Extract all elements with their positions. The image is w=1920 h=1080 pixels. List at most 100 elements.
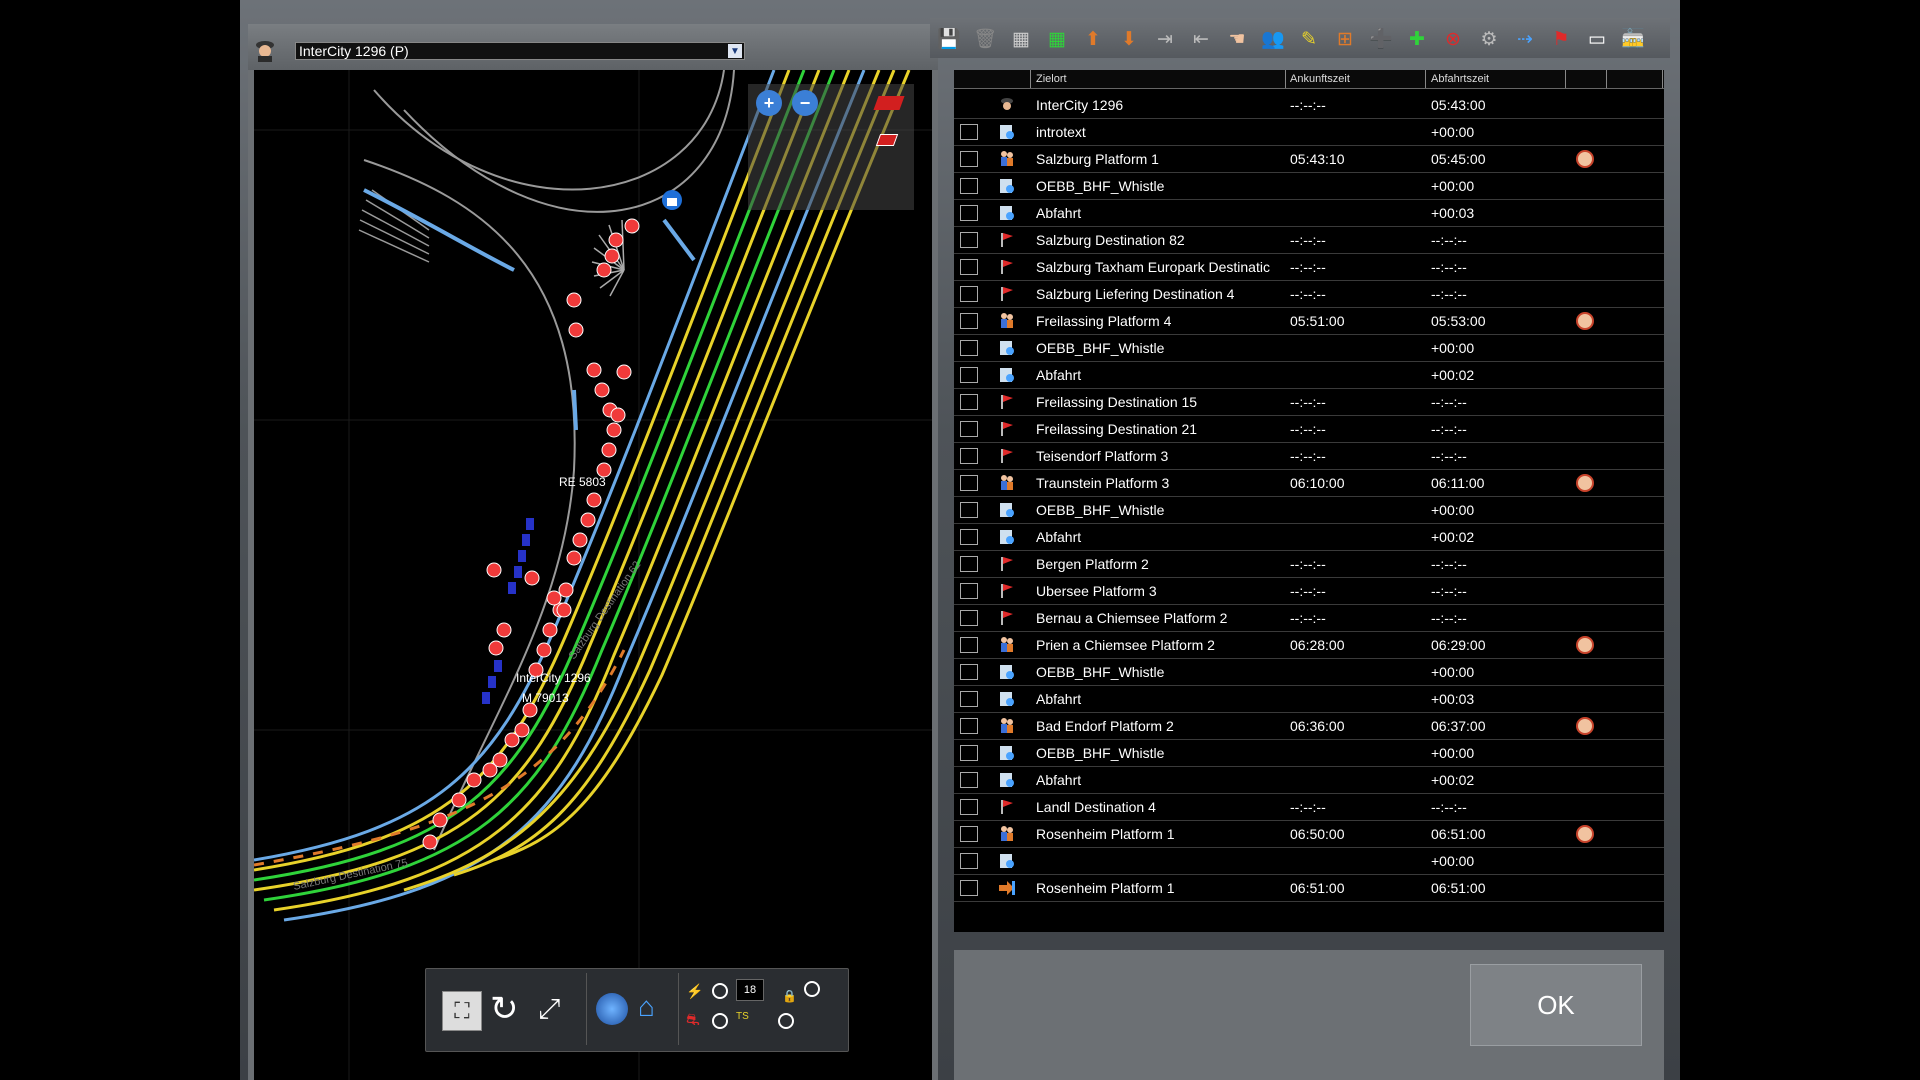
- map-marker[interactable]: [524, 570, 540, 586]
- fit-view-icon[interactable]: ⛶: [442, 991, 482, 1031]
- instruction-edit-icon[interactable]: ✎: [1296, 26, 1322, 52]
- row-checkbox[interactable]: [960, 556, 978, 572]
- map-marker[interactable]: [596, 262, 612, 278]
- map-marker[interactable]: [422, 834, 438, 850]
- map-marker[interactable]: [451, 792, 467, 808]
- table-row[interactable]: Abfahrt +00:02: [954, 524, 1664, 551]
- header-destination[interactable]: Zielort: [1036, 73, 1067, 85]
- table-row[interactable]: Rosenheim Platform 1 06:51:00 06:51:00: [954, 875, 1664, 902]
- header-arrival[interactable]: Ankunftszeit: [1290, 73, 1350, 85]
- zoom-out-icon[interactable]: −: [792, 90, 818, 116]
- map-marker[interactable]: [566, 550, 582, 566]
- table-row[interactable]: Prien a Chiemsee Platform 2 06:28:00 06:29…: [954, 632, 1664, 659]
- table-row[interactable]: OEBB_BHF_Whistle +00:00: [954, 740, 1664, 767]
- train-icon[interactable]: 🚋: [1620, 26, 1646, 52]
- move-up-icon[interactable]: ⬆: [1080, 26, 1106, 52]
- map-marker[interactable]: [504, 732, 520, 748]
- timetable-icon[interactable]: ▭: [1584, 26, 1610, 52]
- row-checkbox[interactable]: [960, 232, 978, 248]
- row-checkbox[interactable]: [960, 367, 978, 383]
- row-checkbox[interactable]: [960, 772, 978, 788]
- table-row[interactable]: Salzburg Liefering Destination 4 --:--:--…: [954, 281, 1664, 308]
- map-marker[interactable]: [586, 362, 602, 378]
- lock-icon[interactable]: [662, 190, 682, 210]
- map-marker[interactable]: [486, 562, 502, 578]
- row-checkbox[interactable]: [960, 691, 978, 707]
- table-row[interactable]: Salzburg Platform 1 05:43:10 05:45:00: [954, 146, 1664, 173]
- passenger-tool-icon[interactable]: 👥: [1260, 26, 1286, 52]
- globe-icon[interactable]: [596, 993, 628, 1025]
- track-map[interactable]: RE 5803 InterCity 1296 M 79013 Salzburg …: [254, 70, 932, 1080]
- zoom-in-icon[interactable]: +: [756, 90, 782, 116]
- table-row[interactable]: InterCity 1296 --:--:-- 05:43:00: [954, 92, 1664, 119]
- split-icon[interactable]: ⇥: [1152, 26, 1178, 52]
- delete-icon[interactable]: 🗑: [972, 26, 998, 52]
- row-checkbox[interactable]: [960, 421, 978, 437]
- map-marker[interactable]: [536, 642, 552, 658]
- chevron-down-icon[interactable]: ▼: [728, 44, 742, 58]
- radio-option-1[interactable]: [712, 983, 728, 999]
- table-row[interactable]: Bergen Platform 2 --:--:-- --:--:--: [954, 551, 1664, 578]
- row-checkbox[interactable]: [960, 664, 978, 680]
- small-eraser-icon[interactable]: [875, 134, 899, 146]
- row-checkbox[interactable]: [960, 394, 978, 410]
- switch-icon[interactable]: ⚡: [686, 983, 703, 1000]
- row-checkbox[interactable]: [960, 529, 978, 545]
- table-row[interactable]: introtext +00:00: [954, 119, 1664, 146]
- row-checkbox[interactable]: [960, 718, 978, 734]
- row-checkbox[interactable]: [960, 880, 978, 896]
- table-row[interactable]: Traunstein Platform 3 06:10:00 06:11:00: [954, 470, 1664, 497]
- map-marker[interactable]: [580, 512, 596, 528]
- table-row[interactable]: Bad Endorf Platform 2 06:36:00 06:37:00: [954, 713, 1664, 740]
- row-checkbox[interactable]: [960, 259, 978, 275]
- table-row[interactable]: OEBB_BHF_Whistle +00:00: [954, 335, 1664, 362]
- stop-icon[interactable]: ⇢: [1512, 26, 1538, 52]
- map-marker[interactable]: [556, 602, 572, 618]
- map-marker[interactable]: [466, 772, 482, 788]
- map-marker[interactable]: [432, 812, 448, 828]
- lock-small-icon[interactable]: 🔒: [782, 989, 797, 1003]
- save-icon[interactable]: 💾: [936, 26, 962, 52]
- map-marker[interactable]: [606, 422, 622, 438]
- row-checkbox[interactable]: [960, 610, 978, 626]
- map-marker[interactable]: [604, 248, 620, 264]
- map-marker[interactable]: [542, 622, 558, 638]
- train-select-dropdown[interactable]: InterCity 1296 (P) ▼: [295, 42, 745, 60]
- row-checkbox[interactable]: [960, 178, 978, 194]
- row-checkbox[interactable]: [960, 637, 978, 653]
- hand-icon[interactable]: ☚: [1224, 26, 1250, 52]
- ok-button[interactable]: OK: [1470, 964, 1642, 1046]
- eraser-icon[interactable]: [873, 96, 905, 110]
- consist-icon[interactable]: ⊞: [1332, 26, 1358, 52]
- map-marker[interactable]: [601, 442, 617, 458]
- row-checkbox[interactable]: [960, 502, 978, 518]
- add-waypoint-icon[interactable]: ➕: [1368, 26, 1394, 52]
- map-marker[interactable]: [568, 322, 584, 338]
- row-checkbox[interactable]: [960, 313, 978, 329]
- map-marker[interactable]: [586, 492, 602, 508]
- grid-icon[interactable]: ▦: [1008, 26, 1034, 52]
- row-checkbox[interactable]: [960, 745, 978, 761]
- row-checkbox[interactable]: [960, 340, 978, 356]
- table-row[interactable]: Rosenheim Platform 1 06:50:00 06:51:00: [954, 821, 1664, 848]
- green-grid-icon[interactable]: ▦: [1044, 26, 1070, 52]
- table-row[interactable]: Abfahrt +00:02: [954, 767, 1664, 794]
- map-marker[interactable]: [608, 232, 624, 248]
- map-marker[interactable]: [482, 762, 498, 778]
- merge-icon[interactable]: ⇤: [1188, 26, 1214, 52]
- ts-icon[interactable]: TS: [736, 1011, 749, 1022]
- table-row[interactable]: Landl Destination 4 --:--:-- --:--:--: [954, 794, 1664, 821]
- table-row[interactable]: OEBB_BHF_Whistle +00:00: [954, 173, 1664, 200]
- map-marker[interactable]: [488, 640, 504, 656]
- row-checkbox[interactable]: [960, 448, 978, 464]
- radio-option-2[interactable]: [804, 981, 820, 997]
- radio-option-3[interactable]: [712, 1013, 728, 1029]
- map-marker[interactable]: [572, 532, 588, 548]
- table-row[interactable]: Abfahrt +00:03: [954, 200, 1664, 227]
- row-checkbox[interactable]: [960, 205, 978, 221]
- table-row[interactable]: OEBB_BHF_Whistle +00:00: [954, 497, 1664, 524]
- flag-tool-icon[interactable]: ⚑: [1548, 26, 1574, 52]
- row-checkbox[interactable]: [960, 853, 978, 869]
- table-row[interactable]: Freilassing Destination 15 --:--:-- --:--:…: [954, 389, 1664, 416]
- table-row[interactable]: Salzburg Taxham Europark Destinatic --:--…: [954, 254, 1664, 281]
